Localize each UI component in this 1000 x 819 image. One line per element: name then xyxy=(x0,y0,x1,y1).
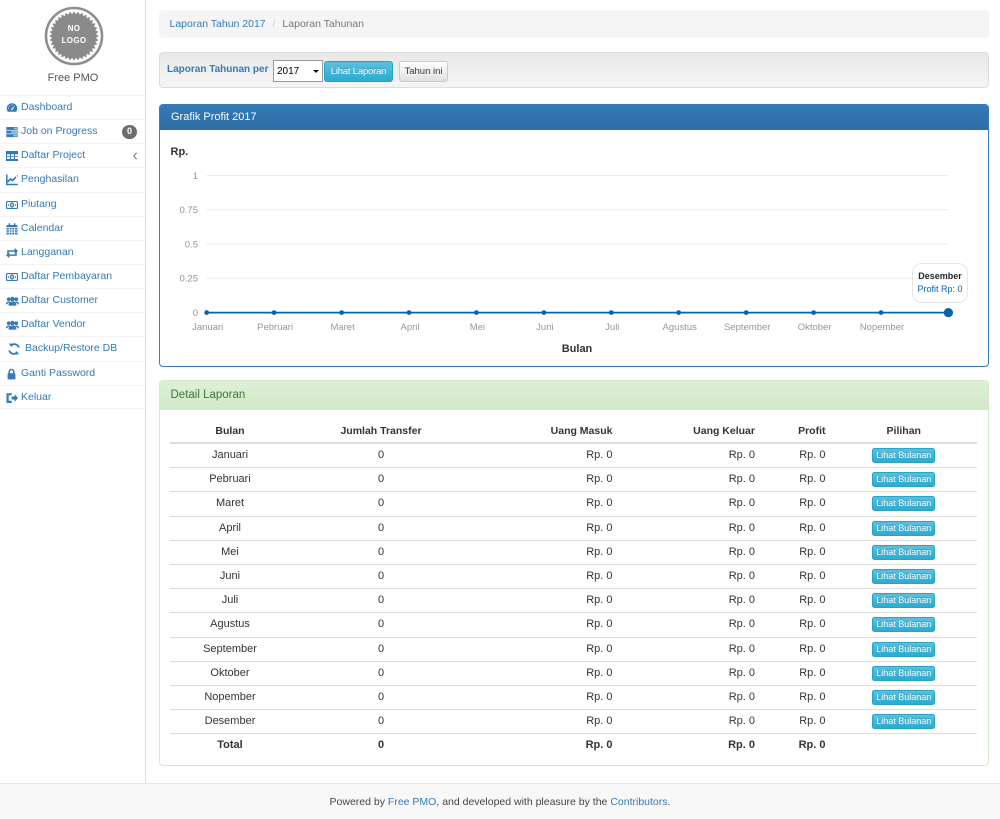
svg-text:Bulan: Bulan xyxy=(562,343,593,355)
svg-text:Agustus: Agustus xyxy=(663,322,698,333)
svg-text:Oktober: Oktober xyxy=(798,322,832,333)
svg-text:Januari: Januari xyxy=(192,322,223,333)
svg-text:Pebruari: Pebruari xyxy=(257,322,293,333)
svg-text:September: September xyxy=(724,322,770,333)
svg-text:Juni: Juni xyxy=(536,322,553,333)
svg-text:0.75: 0.75 xyxy=(180,205,199,216)
svg-text:0: 0 xyxy=(193,307,198,318)
svg-text:Juli: Juli xyxy=(605,322,619,333)
svg-text:1: 1 xyxy=(193,171,198,182)
svg-text:Mei: Mei xyxy=(470,322,485,333)
svg-text:LOGO: LOGO xyxy=(62,36,87,45)
svg-text:Nopember: Nopember xyxy=(860,322,904,333)
svg-text:Rp.: Rp. xyxy=(171,146,189,158)
svg-text:Maret: Maret xyxy=(330,322,355,333)
svg-text:April: April xyxy=(400,322,419,333)
svg-text:0.25: 0.25 xyxy=(180,273,199,284)
svg-text:0.5: 0.5 xyxy=(185,239,198,250)
svg-text:NO: NO xyxy=(68,24,81,33)
